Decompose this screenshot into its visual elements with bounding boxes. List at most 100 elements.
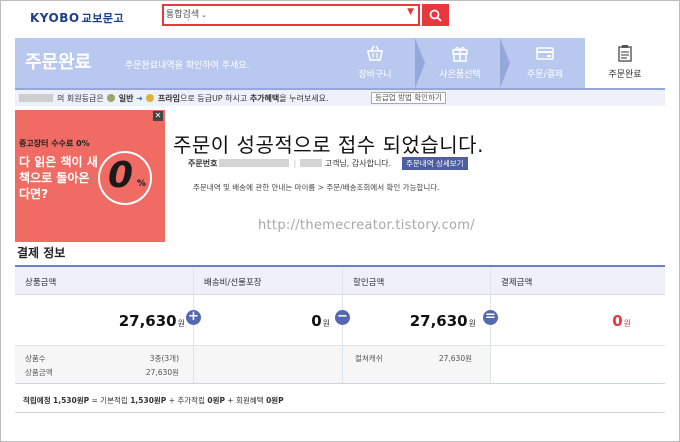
product-amount: 27,630원 [119,312,185,330]
step-gift: 사은품선택 [420,38,510,88]
grade-next: 프라임 [157,94,180,103]
points-member-label: + 회원혜택 [227,396,264,405]
page-description: 주문완료내역을 확인하여 주세요. [125,61,250,71]
qty-label: 상품수 [25,354,46,363]
clipboard-icon [618,45,632,62]
payment-col-discount: 할인금액 27,630원 컬쳐캐쉬 27,630원 [342,267,490,383]
amount-unit: 원 [623,319,631,328]
product-amount-label: 상품금액 [25,368,53,377]
discount-amount: 27,630원 [410,312,476,330]
search-box[interactable]: 통합검색 ⌄ ▼ [162,4,420,26]
points-value: 1,530원P [53,396,90,405]
plus-icon: + [186,310,201,325]
culture-cash-label: 컬쳐캐쉬 [355,354,383,363]
order-success-title: 주문이 성공적으로 접수 되었습니다. [173,133,484,157]
step-label: 주문/결제 [526,70,564,80]
col-header: 할인금액 [353,278,385,288]
step-label: 사은품선택 [439,70,481,80]
search-divider [188,9,189,21]
member-grade-bar: 의 회원등급은 일반 ➜ 프라임으로 등급UP 하시고 추가혜택을 누려보세요.… [15,90,665,106]
gift-icon [452,47,468,62]
separator: | [293,159,297,168]
col-header: 상품금액 [25,278,57,288]
order-step-bar: 주문완료 주문완료내역을 확인하여 주세요. 장바구니 사은품선택 주문/결제 [15,38,665,90]
payment-col-shipping: 배송비/선물포장 0원 [193,267,342,383]
total-amount: 0원 [612,312,631,330]
order-number-line: 주문번호 | 고객님, 감사합니다. [188,158,391,169]
page-title: 주문완료 [25,52,92,73]
ad-headline: 중고장터 수수료 0% [19,139,90,148]
step-payment: 주문/결제 [505,38,595,88]
thanks-text: 고객님, 감사합니다. [324,159,392,168]
points-basic: 1,530원P [130,396,167,405]
shipping-amount: 0원 [311,312,330,330]
grade-text-prefix: 의 회원등급은 [57,94,104,103]
payment-info-title: 결제 정보 [17,246,66,260]
points-extra: 0원P [207,396,225,405]
amount-value: 0 [612,312,623,330]
culture-cash-value: 27,630원 [438,354,472,363]
card-icon [536,47,554,60]
basket-icon [367,45,383,61]
total-detail-box [491,345,665,383]
logo-text-en: KYOBO [30,11,80,25]
search-button[interactable] [422,4,449,26]
ad-copy: 다 읽은 책이 새 책으로 돌아온다면? [19,155,98,201]
arrow-right-icon: ➜ [136,94,143,103]
used-market-ad-banner[interactable]: ✕ 중고장터 수수료 0% 다 읽은 책이 새 책으로 돌아온다면? 0 % [15,110,165,242]
col-header: 배송비/선물포장 [204,278,262,288]
ad-percent: % [137,179,147,189]
step-label: 주문완료 [608,70,642,80]
medal-icon [107,94,116,102]
points-formula: = 기본적립 [91,396,128,405]
points-text: 적립예정 1,530원P = 기본적립 1,530원P + 추가적립 0원P +… [23,395,284,406]
payment-col-product: 상품금액 27,630원 상품수 3종(3개) 상품금액 27,630원 [15,267,193,383]
amount-value: 0 [311,312,322,330]
search-scope-label: 통합검색 [166,10,200,20]
step-complete: 주문완료 [585,38,665,88]
payment-table: 상품금액 27,630원 상품수 3종(3개) 상품금액 27,630원 배송비… [15,265,665,383]
amount-unit: 원 [177,319,185,328]
shipping-detail-box [194,345,342,383]
equals-icon: = [483,310,498,325]
watermark-text: http://themecreator.tistory.com/ [258,218,475,233]
delivery-notice: 주문내역 및 배송에 관한 안내는 마이룸 > 주문/배송조회에서 확인 가능합… [193,183,440,192]
grade-guide-button[interactable]: 등급업 방법 확인하기 [371,92,446,104]
step-cart: 장바구니 [335,38,425,88]
discount-detail-box: 컬쳐캐쉬 27,630원 [343,345,490,383]
amount-unit: 원 [468,319,476,328]
dropdown-arrow-icon[interactable]: ▼ [407,7,414,17]
grade-text-suffix: 을 누려보세요. [279,94,329,103]
medal-icon [146,94,155,102]
order-number-label: 주문번호 [188,159,218,168]
grade-message: 의 회원등급은 일반 ➜ 프라임으로 등급UP 하시고 추가혜택을 누려보세요. [57,93,329,104]
member-name-masked [19,94,53,102]
col-header: 결제금액 [501,278,533,288]
step-label: 장바구니 [358,70,392,80]
grade-text-mid: 으로 등급UP 하시고 [179,94,248,103]
product-detail-box: 상품수 3종(3개) 상품금액 27,630원 [15,345,193,383]
points-summary: 적립예정 1,530원P = 기본적립 1,530원P + 추가적립 0원P +… [15,383,665,413]
amount-unit: 원 [322,319,330,328]
payment-col-total: 결제금액 0원 [490,267,665,383]
qty-value: 3종(3개) [149,354,179,363]
points-extra-label: + 추가적립 [168,396,205,405]
points-label: 적립예정 [23,396,51,405]
chevron-down-icon: ⌄ [201,11,207,19]
customer-name-masked [300,159,323,167]
product-amount-value: 27,630원 [145,368,179,377]
kyobo-logo[interactable]: KYOBO 교보문고 [30,10,124,26]
grade-benefit: 추가혜택 [249,94,280,103]
ad-big-zero: 0 [108,155,134,196]
points-member: 0원P [266,396,284,405]
search-scope-select[interactable]: 통합검색 ⌄ [166,7,207,20]
order-detail-button[interactable]: 주문내역 상세보기 [402,157,468,170]
amount-value: 27,630 [118,312,177,330]
grade-current: 일반 [118,94,134,103]
logo-text-ko: 교보문고 [81,12,125,25]
close-icon[interactable]: ✕ [153,111,163,121]
order-number-masked [219,159,290,167]
minus-icon: − [335,310,350,325]
amount-value: 27,630 [409,312,468,330]
search-icon [429,9,442,22]
